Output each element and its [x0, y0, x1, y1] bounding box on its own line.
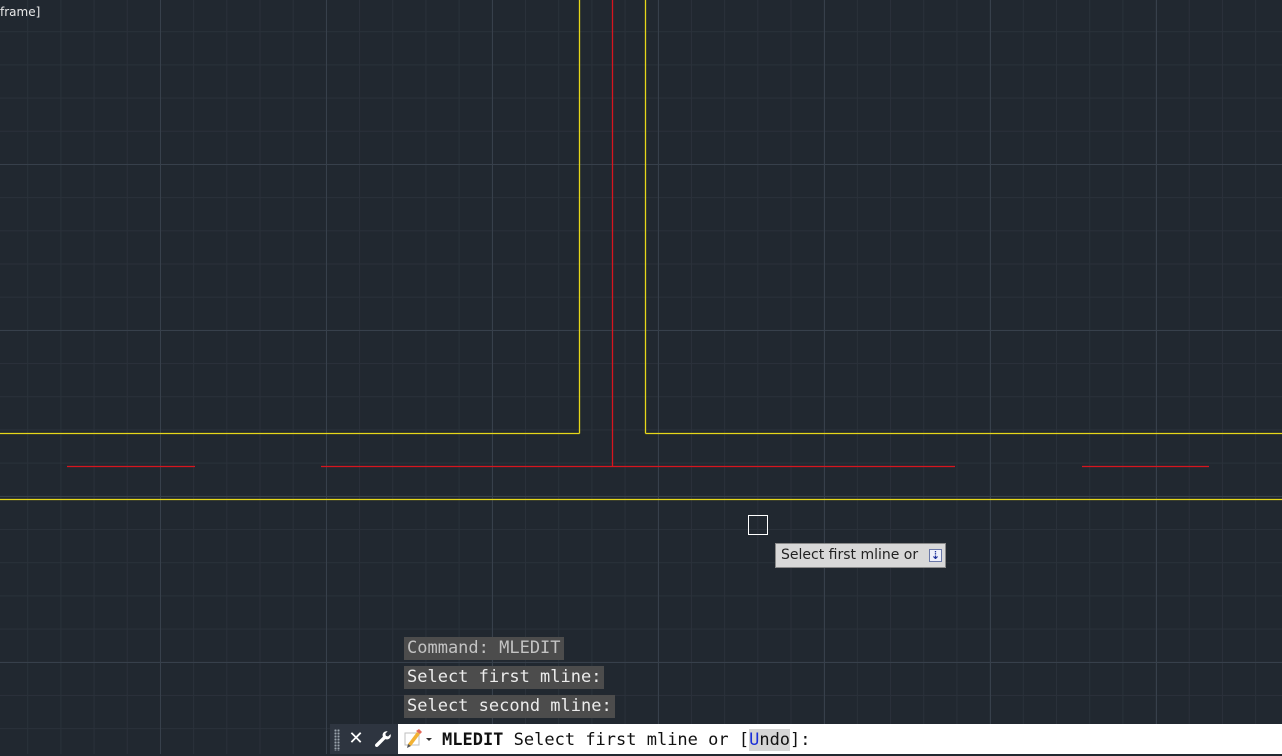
undo-option-hotkey: U — [749, 730, 760, 750]
undo-option-rest: ndo — [759, 730, 791, 750]
command-history-line: Select first mline: — [404, 666, 605, 689]
pickbox-cursor — [748, 515, 768, 535]
command-history-line: Select second mline: — [404, 695, 615, 718]
recent-commands-icon[interactable] — [402, 727, 436, 751]
yellow-mline-edges — [0, 0, 1282, 501]
wrench-icon[interactable] — [372, 728, 394, 750]
command-line-bar: ✕ MLEDIT Select first mline or [Undo]: — [330, 724, 1282, 754]
dynamic-input-prompt: Select first mline or — [781, 547, 919, 563]
prompt-text: Select first mline or [ — [513, 730, 750, 750]
command-history-line: Command: MLEDIT — [404, 637, 564, 660]
close-icon[interactable]: ✕ — [347, 726, 365, 752]
viewport-label[interactable]: frame] — [0, 4, 40, 20]
arrow-down-box-icon[interactable]: ⇣ — [929, 549, 942, 562]
command-input[interactable]: MLEDIT Select first mline or [Undo]: — [442, 724, 811, 754]
command-prompt-text: Select first mline or [Undo]: — [503, 729, 811, 751]
undo-option[interactable]: Undo — [749, 729, 791, 751]
dynamic-input-tooltip: Select first mline or ⇣ — [775, 543, 946, 568]
prompt-end: ]: — [790, 730, 811, 750]
model-space-canvas[interactable]: frame] Select first mline or ⇣ Command: … — [0, 0, 1282, 754]
active-command-name: MLEDIT — [442, 730, 504, 750]
red-centerlines — [67, 0, 1209, 468]
grip-handle-icon[interactable] — [334, 729, 340, 751]
drawing-geometry — [0, 0, 1282, 501]
command-line-controls: ✕ — [330, 724, 398, 754]
